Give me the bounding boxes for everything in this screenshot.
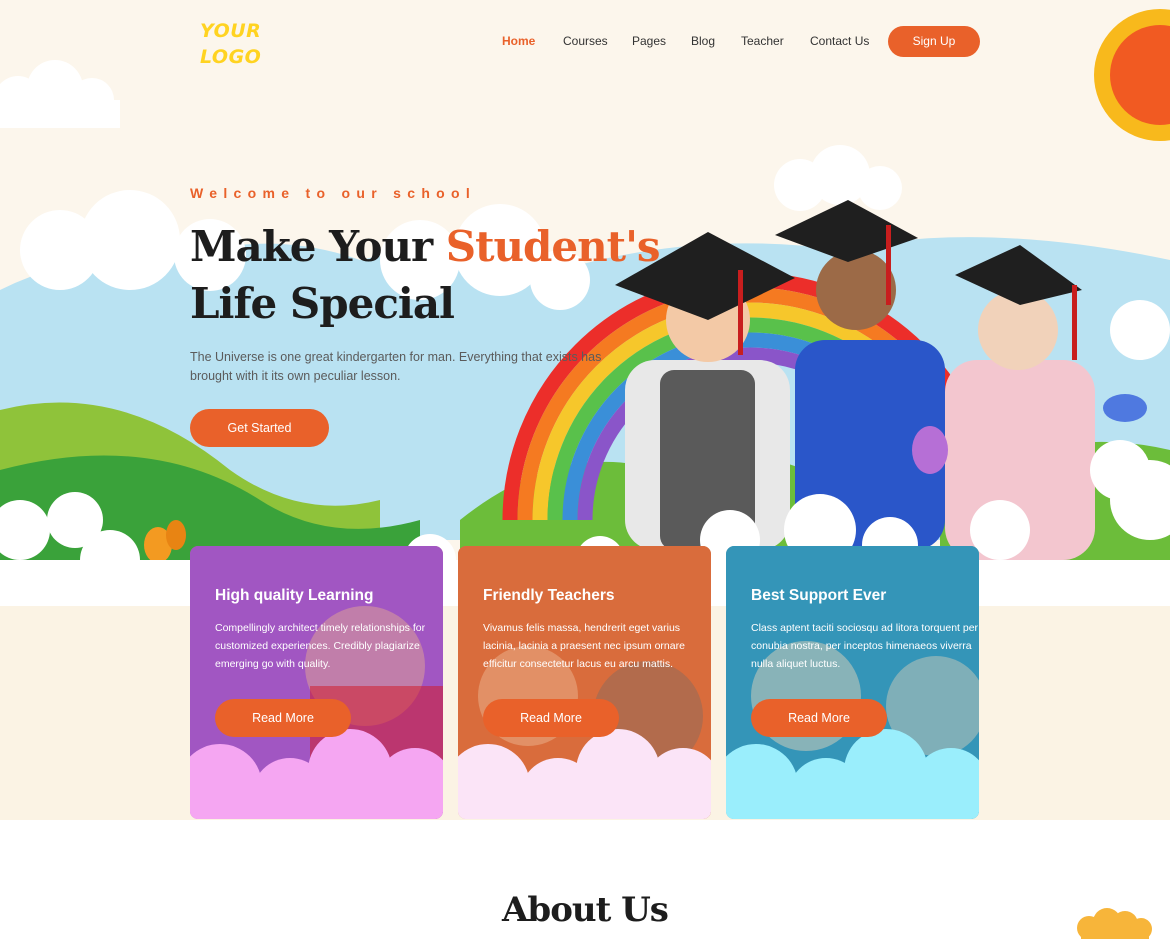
hero-headline: Make Your Student's Life Special bbox=[190, 218, 661, 332]
read-more-button[interactable]: Read More bbox=[483, 699, 619, 737]
nav-courses[interactable]: Courses bbox=[563, 34, 608, 48]
cloud-icon bbox=[1077, 908, 1152, 939]
card-text: Class aptent taciti sociosqu ad litora t… bbox=[751, 622, 979, 670]
read-more-button[interactable]: Read More bbox=[215, 699, 351, 737]
nav-pages[interactable]: Pages bbox=[632, 34, 666, 48]
hero-headline-part-1: Make Your bbox=[190, 222, 446, 271]
sign-up-button[interactable]: Sign Up bbox=[888, 26, 980, 57]
about-us-title: About Us bbox=[502, 890, 669, 930]
card-text: Compellingly architect timely relationsh… bbox=[215, 622, 426, 670]
nav-teacher[interactable]: Teacher bbox=[741, 34, 784, 48]
card-title: High quality Learning bbox=[215, 587, 374, 604]
card-text: Vivamus felis massa, hendrerit eget vari… bbox=[483, 622, 685, 670]
nav-contact-us[interactable]: Contact Us bbox=[810, 34, 869, 48]
sun-icon bbox=[1094, 9, 1170, 141]
read-more-button[interactable]: Read More bbox=[751, 699, 887, 737]
card-title: Best Support Ever bbox=[751, 587, 887, 604]
students-photo bbox=[615, 200, 1095, 560]
feature-card-friendly-teachers: Friendly Teachers Vivamus felis massa, h… bbox=[458, 546, 711, 819]
main-nav: Home Courses Pages Blog Teacher Contact … bbox=[0, 34, 1170, 54]
hero-lead: The Universe is one great kindergarten f… bbox=[190, 350, 602, 383]
hero-headline-line-2: Life Special bbox=[190, 279, 455, 328]
hero-section: YOUR LOGO Home Courses Pages Blog Teache… bbox=[0, 0, 1170, 610]
feature-card-best-support: Best Support Ever Class aptent taciti so… bbox=[726, 546, 979, 819]
hero-eyebrow: Welcome to our school bbox=[190, 185, 477, 201]
cloud-icon bbox=[0, 60, 120, 128]
nav-home[interactable]: Home bbox=[502, 34, 535, 48]
nav-blog[interactable]: Blog bbox=[691, 34, 715, 48]
card-title: Friendly Teachers bbox=[483, 587, 615, 604]
feature-card-quality-learning: High quality Learning Compellingly archi… bbox=[190, 546, 443, 819]
hero-headline-accent: Student's bbox=[445, 222, 661, 271]
get-started-button[interactable]: Get Started bbox=[190, 409, 329, 447]
